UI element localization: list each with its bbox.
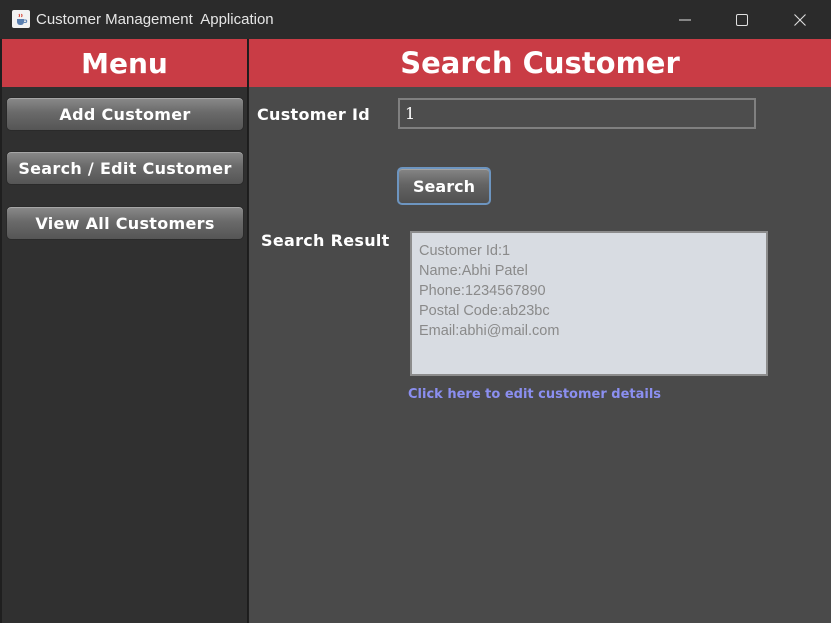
search-result-textarea[interactable]: Customer Id:1 Name:Abhi Patel Phone:1234…	[410, 231, 768, 376]
minimize-button[interactable]	[656, 0, 714, 39]
result-customer-id: Customer Id:1	[419, 243, 511, 259]
menu-panel: Menu Add Customer Search / Edit Customer…	[2, 39, 248, 623]
close-icon	[794, 13, 806, 26]
result-postal-code: Postal Code:ab23bc	[419, 303, 550, 319]
maximize-icon	[736, 13, 748, 26]
menu-header: Menu	[2, 39, 247, 87]
add-customer-button[interactable]: Add Customer	[6, 97, 244, 131]
close-button[interactable]	[771, 0, 829, 39]
search-result-label: Search Result	[261, 231, 390, 250]
search-customer-panel: Search Customer Customer Id Search Searc…	[249, 39, 831, 623]
view-all-customers-button[interactable]: View All Customers	[6, 206, 244, 240]
edit-customer-link[interactable]: Click here to edit customer details	[408, 387, 661, 402]
customer-id-input[interactable]	[398, 98, 756, 129]
page-title: Search Customer	[249, 39, 831, 87]
java-cup-icon	[12, 10, 30, 28]
search-edit-customer-button[interactable]: Search / Edit Customer	[6, 151, 244, 185]
maximize-button[interactable]	[713, 0, 771, 39]
window-titlebar[interactable]: Customer Management Application	[0, 0, 831, 39]
result-email: Email:abhi@mail.com	[419, 323, 560, 339]
window-title: Customer Management Application	[36, 11, 274, 28]
customer-id-label: Customer Id	[257, 105, 370, 124]
result-name: Name:Abhi Patel	[419, 263, 528, 279]
search-button[interactable]: Search	[397, 167, 491, 205]
minimize-icon	[679, 19, 691, 20]
result-phone: Phone:1234567890	[419, 283, 546, 299]
